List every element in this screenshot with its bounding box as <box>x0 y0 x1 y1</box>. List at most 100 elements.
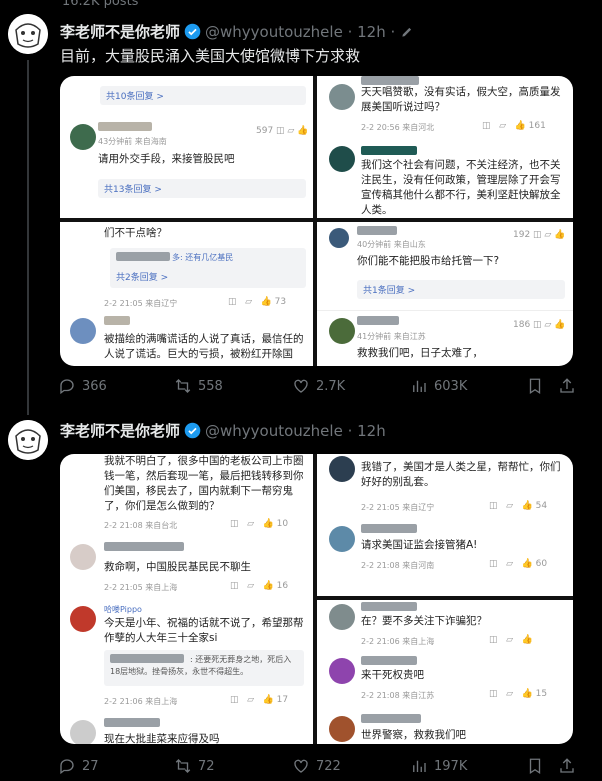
comment-panel-left: 我就不明白了，很多中国的老板公司上市圈钱一笔，然后套现一笔，最后把钱转移到你们美… <box>60 454 313 744</box>
comment-text: 被描绘的满嘴谎话的人说了真话，最信任的人说了谎话。巨大的亏损，被粉红开除国 <box>104 333 304 360</box>
bookmark-button[interactable] <box>526 377 544 395</box>
like-count: 186 ◫ ▱ 👍 <box>513 320 566 330</box>
commenter-avatar <box>329 318 355 344</box>
comment-meta: 2-2 21:06 来自上海 <box>104 697 178 706</box>
display-name[interactable]: 李老师不是你老师 <box>60 23 180 41</box>
reply-count: 共10条回复 > <box>100 86 306 105</box>
commenter-avatar <box>329 146 355 172</box>
tweet-image[interactable]: 共10条回复 > 43分钟前 来自海南 597 ◫ ▱ 👍 请用外交手段，来接管… <box>60 76 573 366</box>
comment-panel-tr: 天天唱赞歌，没有实话，假大空，高质量发展美国听说过吗？ 2-2 20:56 来自… <box>317 76 573 218</box>
comment-panel-tl: 共10条回复 > 43分钟前 来自海南 597 ◫ ▱ 👍 请用外交手段，来接管… <box>60 76 313 218</box>
commenter-avatar <box>329 526 355 552</box>
reply-count: 366 <box>82 378 107 394</box>
like-count: ◫ ▱ 👍 73 <box>228 297 287 307</box>
reply-count: 共13条回复 > <box>98 179 306 198</box>
comment-text: 救救我们吧，日子太难了， <box>357 347 483 359</box>
comment-meta: 40分钟前 来自山东 <box>357 240 426 249</box>
comment-meta: 2-2 20:56 来自河北 <box>361 123 435 132</box>
repost-button[interactable]: 72 <box>174 757 215 775</box>
commenter-avatar <box>70 606 96 632</box>
comment-meta: 2-2 21:05 来自上海 <box>104 583 178 592</box>
tweet-text: 目前，大量股民涌入美国大使馆微博下方求救 <box>60 47 361 65</box>
commenter-name: 哈喽Pippo <box>104 605 142 614</box>
comment-panel-bl: 们不干点啥？ 多: 还有几亿基民 共2条回复 > 2-2 21:05 来自辽宁 … <box>60 222 313 366</box>
reply-icon <box>60 759 74 775</box>
bookmark-icon <box>529 758 541 775</box>
tweet-actions: 366 558 2.7K 603K <box>58 377 578 401</box>
reply-count: 共1条回复 > <box>357 280 565 299</box>
comment-meta: 2-2 21:05 来自辽宁 <box>104 299 178 308</box>
comment-text: 我错了，美国才是人类之星，帮帮忙，你们好好的别乱套。 <box>361 461 561 488</box>
tweet-header: 李老师不是你老师 @whyyoutouzhele · 12h · <box>60 21 414 42</box>
reply-button[interactable]: 366 <box>58 377 107 395</box>
tweet-2[interactable]: 李老师不是你老师 @whyyoutouzhele · 12h 我就不明白了，很多中… <box>0 410 602 780</box>
commenter-avatar <box>329 228 349 248</box>
comment-text: 我们这个社会有问题，不关注经济，也不关注民生，没有任何政策，管理层除了开会写宣传… <box>361 159 561 216</box>
like-count: ◫ ▱ 👍 15 <box>489 689 548 699</box>
comment-text: 现在大批韭菜来应得及吗 <box>104 733 220 744</box>
repost-icon <box>175 759 191 773</box>
bookmark-icon <box>529 378 541 395</box>
views-button[interactable]: 197K <box>410 757 467 775</box>
tweet-image[interactable]: 我就不明白了，很多中国的老板公司上市圈钱一笔，然后套现一笔，最后把钱转移到你们美… <box>60 454 573 744</box>
heart-icon <box>294 379 308 393</box>
like-button[interactable]: 2.7K <box>292 377 345 395</box>
like-count: ◫ ▱ 👍 <box>489 635 533 645</box>
like-count: ◫ ▱ 👍 10 <box>230 519 289 529</box>
repost-icon <box>175 379 191 393</box>
handle[interactable]: @whyyoutouzhele <box>205 422 343 440</box>
comment-meta: 43分钟前 来自海南 <box>98 137 167 146</box>
commenter-avatar <box>329 716 355 742</box>
share-button[interactable] <box>558 377 576 395</box>
like-count: ◫ ▱ 👍 54 <box>489 501 548 511</box>
comment-text: 来干死权贵吧 <box>361 669 424 681</box>
display-name[interactable]: 李老师不是你老师 <box>60 422 180 440</box>
commenter-avatar <box>329 84 355 110</box>
like-count: 2.7K <box>316 378 346 394</box>
like-count: 722 <box>316 758 341 774</box>
commenter-avatar <box>70 318 96 344</box>
like-count: 192 ◫ ▱ 👍 <box>513 230 566 240</box>
reply-button[interactable]: 27 <box>58 757 99 775</box>
timestamp[interactable]: · 12h <box>348 422 386 440</box>
handle[interactable]: @whyyoutouzhele <box>205 23 343 41</box>
share-icon <box>560 758 574 773</box>
like-count: 597 ◫ ▱ 👍 <box>256 126 309 136</box>
verified-badge-icon <box>184 23 201 40</box>
reply-count: 共2条回复 > <box>116 273 169 283</box>
reply-icon <box>60 379 74 395</box>
avatar[interactable] <box>8 420 48 460</box>
comment-text: 请求美国证监会接管猪A! <box>361 539 478 551</box>
bookmark-button[interactable] <box>526 757 544 775</box>
like-count: ◫ ▱ 👍 161 <box>482 121 546 131</box>
like-count: ◫ ▱ 👍 60 <box>489 559 548 569</box>
comment-meta: 2-2 21:08 来自河南 <box>361 561 435 570</box>
comment-text: 我就不明白了，很多中国的老板公司上市圈钱一笔，然后套现一笔，最后把钱转移到你们美… <box>104 455 304 512</box>
timestamp[interactable]: · 12h · <box>348 23 396 41</box>
thread-line <box>27 60 29 415</box>
comment-meta: 41分钟前 来自江苏 <box>357 332 426 341</box>
commenter-avatar <box>70 544 96 570</box>
comment-text: 今天是小年、祝福的话就不说了，希望那帮作孽的人大年三十全家si <box>104 617 304 644</box>
view-count: 197K <box>434 758 468 774</box>
comment-meta: 2-2 21:06 来自上海 <box>361 637 435 646</box>
views-chart-icon <box>413 380 426 392</box>
repost-button[interactable]: 558 <box>174 377 223 395</box>
commenter-avatar <box>329 604 355 630</box>
commenter-avatar <box>329 658 355 684</box>
verified-badge-icon <box>184 422 201 439</box>
views-chart-icon <box>413 760 426 772</box>
share-button[interactable] <box>558 757 576 775</box>
views-button[interactable]: 603K <box>410 377 467 395</box>
commenter-avatar <box>70 720 96 744</box>
like-count: ◫ ▱ 👍 16 <box>230 581 289 591</box>
comment-text: 天天唱赞歌，没有实话，假大空，高质量发展美国听说过吗？ <box>361 86 561 113</box>
like-button[interactable]: 722 <box>292 757 341 775</box>
tweet-1[interactable]: 李老师不是你老师 @whyyoutouzhele · 12h · 目前，大量股民涌… <box>0 0 602 415</box>
comment-meta: 2-2 21:08 来自江苏 <box>361 691 435 700</box>
tweet-actions: 27 72 722 197K <box>58 757 578 781</box>
comment-meta: 2-2 21:05 来自辽宁 <box>361 503 435 512</box>
comment-panel-br: 40分钟前 来自山东 192 ◫ ▱ 👍 你们能不能把股市给托管一下? 共1条回… <box>317 222 573 366</box>
repost-count: 558 <box>198 378 223 394</box>
avatar[interactable] <box>8 14 48 54</box>
